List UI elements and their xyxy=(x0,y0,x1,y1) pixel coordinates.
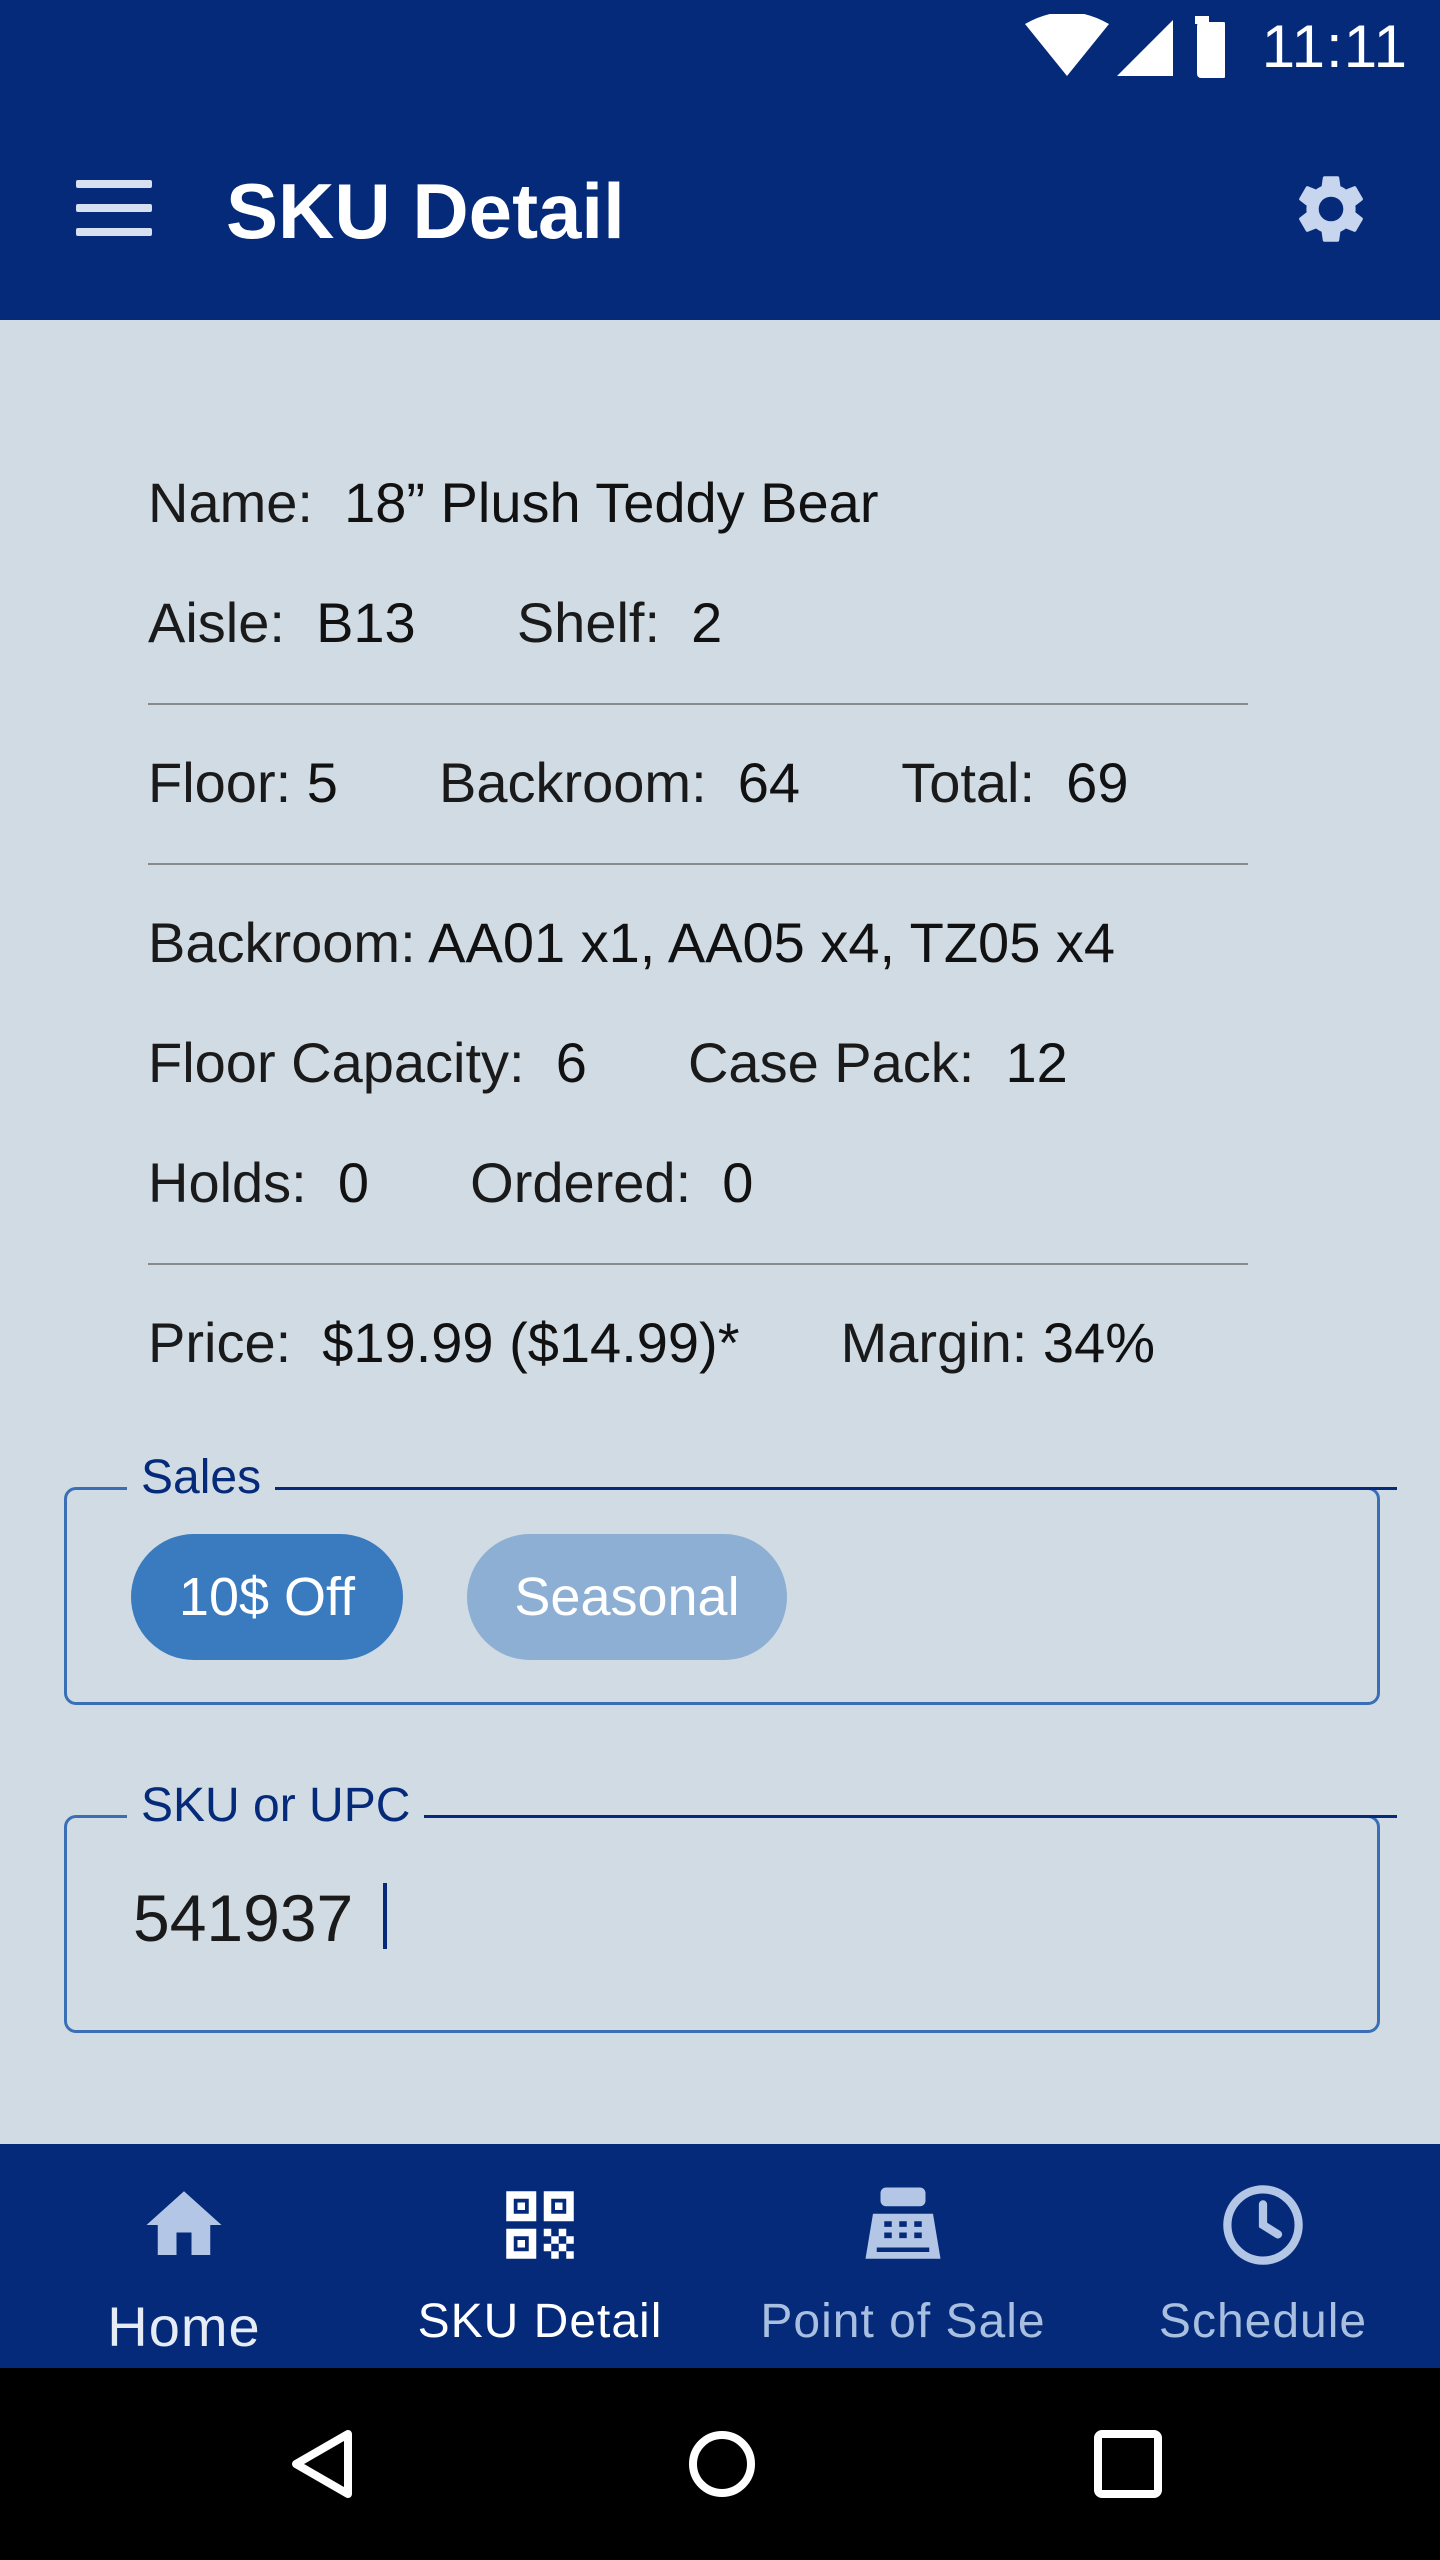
chip-seasonal[interactable]: Seasonal xyxy=(467,1534,787,1660)
home-circle-icon[interactable] xyxy=(684,2368,760,2560)
name-row: Name: 18” Plush Teddy Bear xyxy=(148,471,879,534)
divider xyxy=(148,1263,1248,1265)
price-value: $19.99 ($14.99)* xyxy=(322,1311,740,1374)
floor-capacity-value: 6 xyxy=(555,1031,587,1094)
clock-icon xyxy=(1223,2185,1303,2265)
shelf-value: 2 xyxy=(691,591,723,654)
sku-input-legend: SKU or UPC xyxy=(127,1778,425,1833)
cash-register-icon xyxy=(865,2187,941,2259)
text-cursor xyxy=(383,1883,388,1949)
ordered-value: 0 xyxy=(722,1151,754,1214)
status-icons xyxy=(1025,14,1225,78)
item-name: 18” Plush Teddy Bear xyxy=(344,471,879,534)
sales-group: Sales 10$ Off Seasonal xyxy=(64,1450,1397,1705)
battery-icon xyxy=(1197,22,1225,78)
divider xyxy=(148,863,1248,865)
app-bar xyxy=(0,96,1440,320)
back-icon[interactable] xyxy=(282,2368,362,2560)
backroom-locations-value: AA01 x1, AA05 x4, TZ05 x4 xyxy=(428,911,1116,974)
status-time: 11:11 xyxy=(1261,13,1408,80)
chip-10-off[interactable]: 10$ Off xyxy=(131,1534,403,1660)
nav-schedule[interactable]: Schedule xyxy=(1083,2144,1440,2368)
wifi-icon xyxy=(1025,14,1109,76)
holds-value: 0 xyxy=(337,1151,370,1214)
qr-code-icon xyxy=(506,2191,574,2259)
nav-point-of-sale[interactable]: Point of Sale xyxy=(723,2144,1083,2368)
sku-input[interactable]: 541937 xyxy=(133,1880,388,1956)
page-title: SKU Detail xyxy=(226,167,625,255)
bottom-nav: Home SKU Detail Point of Sale Schedule xyxy=(0,2144,1440,2368)
home-icon xyxy=(146,2191,222,2255)
backroom-value: 64 xyxy=(737,751,801,814)
nav-sku-detail[interactable]: SKU Detail xyxy=(360,2144,720,2368)
gear-icon[interactable] xyxy=(1290,168,1372,250)
holds-row: Holds: 0 Ordered: 0 xyxy=(148,1151,754,1214)
location-row: Aisle: B13 Shelf: 2 xyxy=(148,591,723,654)
menu-icon[interactable] xyxy=(76,180,152,236)
status-bar: 11:11 xyxy=(0,0,1440,96)
stock-row: Floor: 5 Backroom: 64 Total: 69 xyxy=(148,751,1129,814)
total-value: 69 xyxy=(1066,751,1129,814)
sales-legend: Sales xyxy=(127,1450,276,1505)
backroom-locations-row: Backroom: AA01 x1, AA05 x4, TZ05 x4 xyxy=(148,911,1116,974)
sku-input-field[interactable]: SKU or UPC 541937 xyxy=(64,1778,1397,2033)
price-row: Price: $19.99 ($14.99)* Margin: 34% xyxy=(148,1311,1156,1374)
floor-value: 5 xyxy=(306,751,338,814)
divider xyxy=(148,703,1248,705)
aisle-value: B13 xyxy=(316,591,416,654)
signal-icon xyxy=(1117,20,1173,76)
system-nav xyxy=(0,2368,1440,2560)
case-pack-value: 12 xyxy=(1005,1031,1068,1094)
margin-value: 34% xyxy=(1042,1311,1156,1374)
recents-icon[interactable] xyxy=(1090,2368,1166,2560)
capacity-row: Floor Capacity: 6 Case Pack: 12 xyxy=(148,1031,1068,1094)
nav-home[interactable]: Home xyxy=(4,2144,364,2368)
